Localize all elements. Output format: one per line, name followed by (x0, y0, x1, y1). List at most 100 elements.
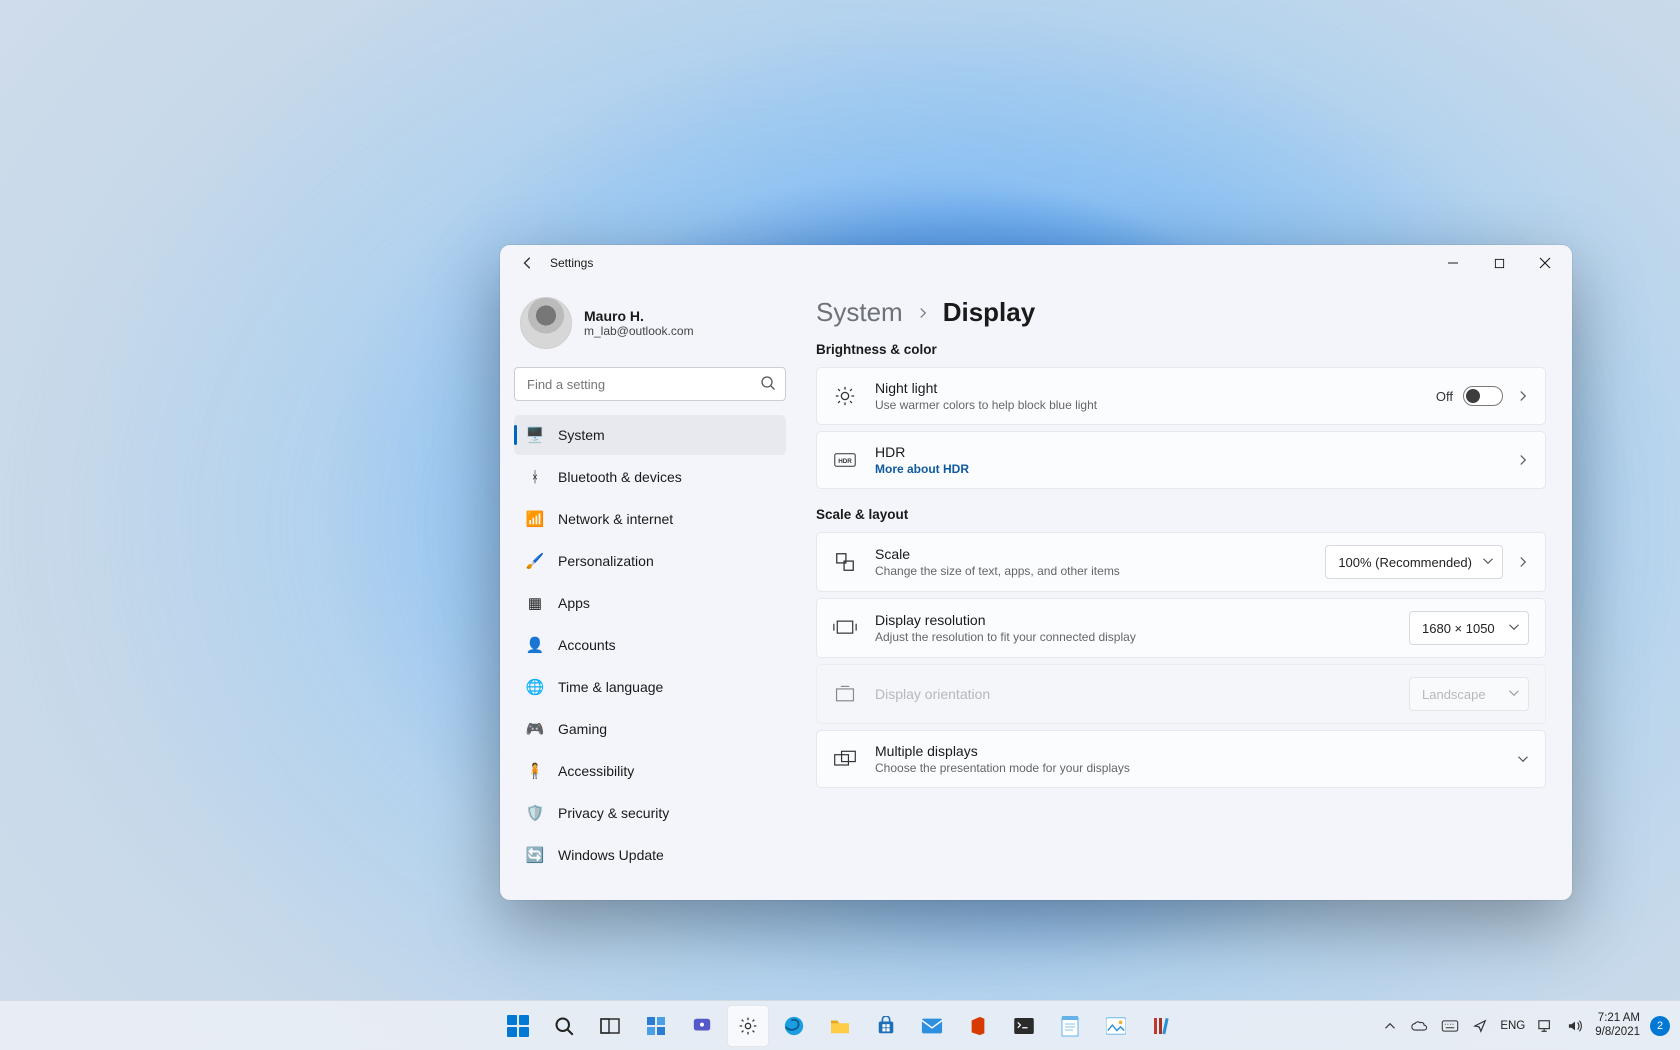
onedrive-icon[interactable] (1410, 1016, 1430, 1036)
hdr-row[interactable]: HDR HDR More about HDR (816, 431, 1546, 489)
section-brightness-color: Brightness & color (816, 342, 1546, 357)
keyboard-icon[interactable] (1440, 1016, 1460, 1036)
system-tray: ENG 7:21 AM 9/8/2021 2 (1380, 1012, 1680, 1038)
nav-icon: 🧍 (526, 762, 544, 780)
app-misc-button[interactable] (1141, 1005, 1183, 1047)
resolution-dropdown[interactable]: 1680 × 1050 (1409, 611, 1529, 645)
taskbar-center (497, 1005, 1183, 1047)
volume-icon[interactable] (1565, 1016, 1585, 1036)
resolution-value: 1680 × 1050 (1422, 621, 1495, 636)
language-indicator[interactable]: ENG (1500, 1020, 1525, 1032)
search-input[interactable] (514, 367, 786, 401)
widgets-button[interactable] (635, 1005, 677, 1047)
scale-dropdown[interactable]: 100% (Recommended) (1325, 545, 1503, 579)
sidebar-item-privacy-security[interactable]: 🛡️Privacy & security (514, 793, 786, 833)
minimize-button[interactable] (1430, 247, 1476, 279)
maximize-button[interactable] (1476, 247, 1522, 279)
notification-badge[interactable]: 2 (1650, 1016, 1670, 1036)
orientation-dropdown: Landscape (1409, 677, 1529, 711)
breadcrumb-root[interactable]: System (816, 297, 903, 328)
sidebar-item-apps[interactable]: ▦Apps (514, 583, 786, 623)
task-view-button[interactable] (589, 1005, 631, 1047)
task-view-icon (600, 1018, 620, 1034)
night-light-row[interactable]: Night light Use warmer colors to help bl… (816, 367, 1546, 425)
sidebar-item-network-internet[interactable]: 📶Network & internet (514, 499, 786, 539)
chat-icon (692, 1016, 712, 1036)
content-pane: System Display Brightness & color Night … (800, 281, 1572, 900)
orientation-value: Landscape (1422, 687, 1486, 702)
sidebar-item-label: Time & language (558, 679, 663, 695)
scale-title: Scale (875, 546, 1307, 562)
user-account-row[interactable]: Mauro H. m_lab@outlook.com (514, 291, 786, 367)
nav-icon: 🖥️ (526, 426, 544, 444)
magnifier-icon (554, 1016, 574, 1036)
multiple-displays-row[interactable]: Multiple displays Choose the presentatio… (816, 730, 1546, 788)
network-icon[interactable] (1535, 1016, 1555, 1036)
notepad-button[interactable] (1049, 1005, 1091, 1047)
nav-icon: ᚼ (526, 468, 544, 486)
window-title: Settings (550, 256, 593, 270)
sidebar-item-accessibility[interactable]: 🧍Accessibility (514, 751, 786, 791)
edge-button[interactable] (773, 1005, 815, 1047)
sidebar-item-accounts[interactable]: 👤Accounts (514, 625, 786, 665)
resolution-row[interactable]: Display resolution Adjust the resolution… (816, 598, 1546, 658)
clock[interactable]: 7:21 AM 9/8/2021 (1595, 1012, 1640, 1038)
nav-icon: 👤 (526, 636, 544, 654)
sidebar-item-time-language[interactable]: 🌐Time & language (514, 667, 786, 707)
breadcrumb-leaf: Display (943, 297, 1036, 328)
multiple-title: Multiple displays (875, 743, 1499, 759)
chevron-right-icon (1517, 454, 1529, 466)
toggle-state-label: Off (1436, 389, 1453, 404)
close-button[interactable] (1522, 247, 1568, 279)
bars-icon (1153, 1016, 1171, 1036)
sidebar-item-system[interactable]: 🖥️ System (514, 415, 786, 455)
resolution-icon (833, 618, 857, 638)
sidebar-item-gaming[interactable]: 🎮Gaming (514, 709, 786, 749)
clock-time: 7:21 AM (1595, 1012, 1640, 1025)
scale-icon (833, 551, 857, 573)
maximize-icon (1494, 258, 1505, 269)
scale-value: 100% (Recommended) (1338, 555, 1472, 570)
night-light-toggle[interactable]: Off (1436, 386, 1503, 406)
section-scale-layout: Scale & layout (816, 507, 1546, 522)
close-icon (1539, 257, 1551, 269)
sidebar-item-windows-update[interactable]: 🔄Windows Update (514, 835, 786, 875)
hdr-icon: HDR (833, 452, 857, 468)
user-email: m_lab@outlook.com (584, 324, 694, 338)
file-explorer-button[interactable] (819, 1005, 861, 1047)
sidebar-item-label: Windows Update (558, 847, 664, 863)
store-button[interactable] (865, 1005, 907, 1047)
orientation-row: Display orientation Landscape (816, 664, 1546, 724)
svg-text:HDR: HDR (838, 458, 852, 465)
photos-button[interactable] (1095, 1005, 1137, 1047)
sidebar-item-label: System (558, 427, 605, 443)
sidebar-item-bluetooth-devices[interactable]: ᚼ Bluetooth & devices (514, 457, 786, 497)
mail-button[interactable] (911, 1005, 953, 1047)
sidebar-item-personalization[interactable]: 🖌️Personalization (514, 541, 786, 581)
breadcrumb: System Display (816, 297, 1546, 328)
sidebar-item-label: Bluetooth & devices (558, 469, 682, 485)
office-button[interactable] (957, 1005, 999, 1047)
office-icon (969, 1016, 987, 1036)
terminal-button[interactable] (1003, 1005, 1045, 1047)
location-icon[interactable] (1470, 1016, 1490, 1036)
sun-icon (833, 385, 857, 407)
nav-list: 🖥️ System ᚼ Bluetooth & devices 📶Network & i… (514, 415, 786, 875)
settings-window: Settings Mauro H. m_lab@outlook.com (500, 245, 1572, 900)
notepad-icon (1061, 1015, 1079, 1037)
sidebar: Mauro H. m_lab@outlook.com 🖥️ System ᚼ Blue… (500, 281, 800, 900)
nav-icon: 📶 (526, 510, 544, 528)
chevron-down-icon (1517, 753, 1529, 765)
avatar (520, 297, 572, 349)
toggle-track (1463, 386, 1503, 406)
search-button[interactable] (543, 1005, 585, 1047)
chevron-down-icon (1508, 621, 1520, 633)
back-button[interactable] (514, 249, 542, 277)
chat-button[interactable] (681, 1005, 723, 1047)
tray-overflow-button[interactable] (1380, 1016, 1400, 1036)
scale-row[interactable]: Scale Change the size of text, apps, and… (816, 532, 1546, 592)
multiple-subtitle: Choose the presentation mode for your di… (875, 761, 1499, 775)
hdr-more-link[interactable]: More about HDR (875, 462, 1499, 476)
settings-taskbar-button[interactable] (727, 1005, 769, 1047)
start-button[interactable] (497, 1005, 539, 1047)
